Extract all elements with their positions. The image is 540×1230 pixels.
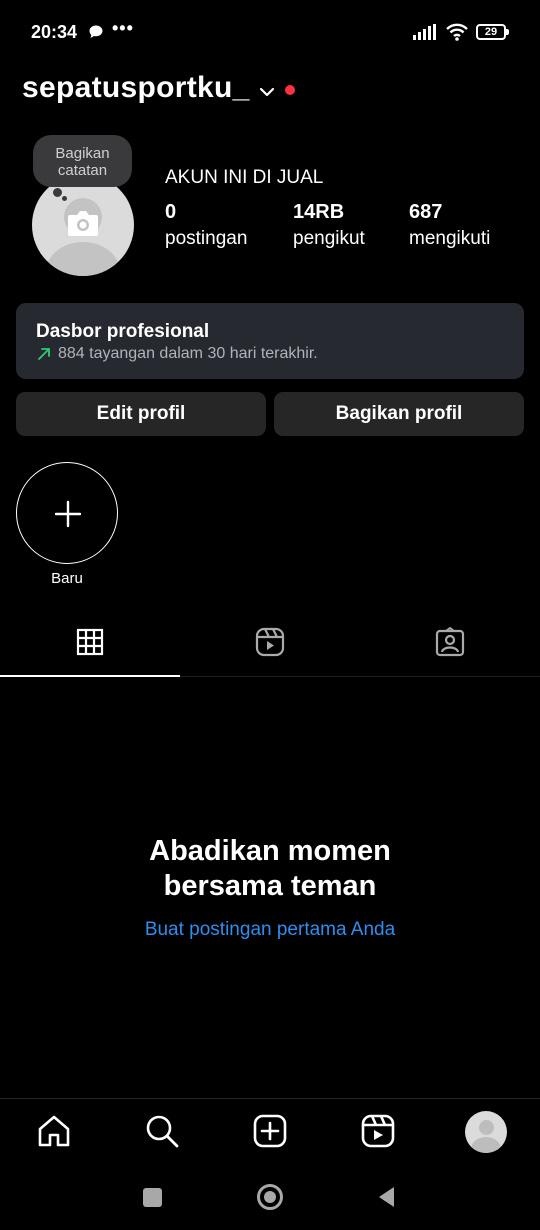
home-button[interactable] xyxy=(257,1184,283,1210)
note-bubble-tail xyxy=(53,188,62,197)
search-icon[interactable] xyxy=(144,1113,180,1154)
signal-icon xyxy=(413,24,439,45)
dashboard-title: Dasbor profesional xyxy=(36,321,210,342)
avatar-body xyxy=(46,242,120,276)
battery-tip xyxy=(506,29,509,35)
stat-followers-label: pengikut xyxy=(293,228,365,249)
tagged-icon xyxy=(435,627,465,657)
notification-dot xyxy=(285,85,295,95)
reels-nav-icon[interactable] xyxy=(360,1113,396,1154)
recents-button[interactable] xyxy=(143,1188,162,1207)
tab-tagged[interactable] xyxy=(360,622,540,677)
share-profile-button[interactable]: Bagikan profil xyxy=(274,392,524,436)
stat-posts-label: postingan xyxy=(165,228,248,249)
trend-up-arrow-icon xyxy=(37,347,51,366)
note-text-line1: Bagikan xyxy=(55,145,110,162)
status-bar: 20:34 ••• 29 xyxy=(0,0,540,64)
grid-icon xyxy=(76,628,104,656)
profile-bio: AKUN INI DI JUAL xyxy=(165,167,324,188)
bottom-nav xyxy=(0,1098,540,1168)
back-button[interactable] xyxy=(376,1185,396,1214)
create-icon[interactable] xyxy=(252,1113,288,1154)
tab-reels[interactable] xyxy=(180,622,360,677)
professional-dashboard[interactable]: Dasbor profesional 884 tayangan dalam 30… xyxy=(16,303,524,379)
nav-avatar-head xyxy=(479,1120,494,1135)
camera-icon[interactable] xyxy=(66,208,100,243)
stat-following-label: mengikuti xyxy=(409,228,491,249)
tab-grid[interactable] xyxy=(0,622,180,677)
battery-level: 29 xyxy=(476,24,506,40)
wifi-icon xyxy=(445,22,469,47)
stat-followers-count: 14RB xyxy=(293,201,345,223)
stat-posts[interactable]: 0 postingan xyxy=(165,201,247,250)
plus-icon xyxy=(54,500,82,533)
empty-state-title-line2: bersama teman xyxy=(163,870,377,902)
nav-avatar-body xyxy=(471,1137,501,1153)
note-bubble-tail-small xyxy=(62,196,67,201)
profile-avatar[interactable] xyxy=(32,174,134,276)
note-text-line2: catatan xyxy=(57,162,108,179)
status-more-dots: ••• xyxy=(112,18,134,38)
battery-icon: 29 xyxy=(476,24,509,40)
empty-state-title-line1: Abadikan momen xyxy=(149,835,391,867)
stat-posts-count: 0 xyxy=(165,201,177,223)
status-time: 20:34 xyxy=(31,22,78,42)
stat-following-count: 687 xyxy=(409,201,443,223)
dashboard-subtitle: 884 tayangan dalam 30 hari terakhir. xyxy=(58,345,318,362)
profile-avatar-nav[interactable] xyxy=(465,1111,507,1153)
chat-bubble-icon xyxy=(88,24,104,45)
stat-following[interactable]: 687 mengikuti xyxy=(409,201,490,250)
home-icon[interactable] xyxy=(36,1113,72,1154)
chevron-down-icon[interactable] xyxy=(259,84,275,102)
username[interactable]: sepatusportku_ xyxy=(22,71,250,105)
create-first-post-link[interactable]: Buat postingan pertama Anda xyxy=(0,919,540,941)
new-highlight-button[interactable] xyxy=(16,462,118,564)
edit-profile-button[interactable]: Edit profil xyxy=(16,392,266,436)
reels-icon xyxy=(255,627,285,657)
new-highlight-label: Baru xyxy=(51,570,83,587)
active-tab-indicator xyxy=(0,675,180,677)
share-note-bubble[interactable]: Bagikan catatan xyxy=(33,135,132,187)
home-button-inner xyxy=(264,1191,276,1203)
empty-state-title: Abadikan momen bersama teman xyxy=(0,834,540,904)
stat-followers[interactable]: 14RB pengikut xyxy=(293,201,365,250)
